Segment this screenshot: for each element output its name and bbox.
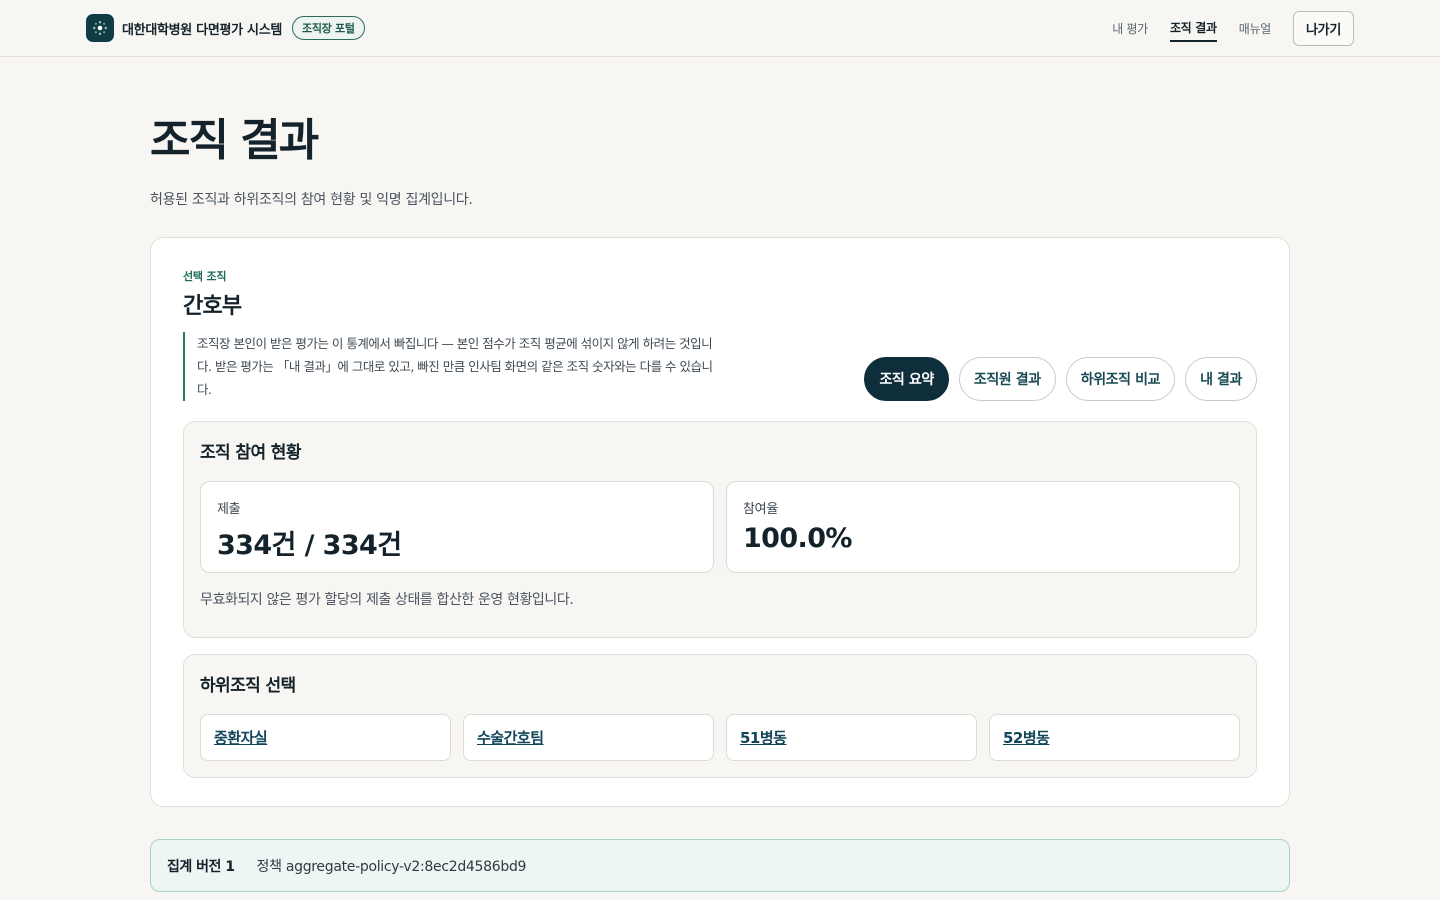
page-title: 조직 결과	[150, 115, 319, 166]
participation-title: 조직 참여 현황	[200, 443, 301, 463]
main-nav: 내 평가 조직 결과 매뉴얼 나가기	[1112, 10, 1354, 46]
rate-label: 참여율	[743, 502, 778, 517]
tab-my-results[interactable]: 내 결과	[1185, 357, 1257, 401]
participation-panel: 조직 참여 현황 제출 334건 / 334건 참여율 100.0% 무효화되지…	[183, 421, 1257, 638]
suborg-item[interactable]: 52병동	[989, 714, 1240, 761]
participation-note: 무효화되지 않은 평가 할당의 제출 상태를 합산한 운영 현황입니다.	[200, 592, 574, 608]
suborg-link-surgical-nursing[interactable]: 수술간호팀	[477, 727, 544, 748]
suborg-panel: 하위조직 선택 중환자실 수술간호팀 51병동 52병동	[183, 654, 1257, 778]
suborg-item[interactable]: 중환자실	[200, 714, 451, 761]
submitted-value: 334건 / 334건	[217, 530, 402, 561]
hospital-logo-icon	[86, 14, 114, 42]
suborg-link-icu[interactable]: 중환자실	[214, 727, 268, 748]
suborg-item[interactable]: 51병동	[726, 714, 977, 761]
nav-manual[interactable]: 매뉴얼	[1239, 16, 1272, 41]
suborg-link-ward-52[interactable]: 52병동	[1003, 727, 1050, 748]
aggregate-version-bar: 집계 버전 1 정책 aggregate-policy-v2:8ec2d4586…	[150, 839, 1290, 892]
rate-stat: 참여율 100.0%	[726, 481, 1240, 573]
brand-name: 대한대학병원 다면평가 시스템	[122, 22, 283, 38]
top-bar: 대한대학병원 다면평가 시스템 조직장 포털 내 평가 조직 결과 매뉴얼 나가…	[0, 0, 1440, 57]
org-info: 선택 조직 간호부 조직장 본인이 받은 평가는 이 통계에서 빠집니다 — 본…	[183, 268, 723, 401]
portal-badge: 조직장 포털	[292, 16, 365, 40]
tab-member-results[interactable]: 조직원 결과	[958, 357, 1056, 401]
tab-org-summary[interactable]: 조직 요약	[864, 357, 949, 401]
submitted-label: 제출	[217, 502, 241, 517]
suborg-link-ward-51[interactable]: 51병동	[740, 727, 787, 748]
main-content: 조직 결과 허용된 조직과 하위조직의 참여 현황 및 익명 집계입니다. 선택…	[0, 115, 1440, 892]
rate-value: 100.0%	[743, 523, 852, 554]
aggregate-version: 집계 버전 1	[167, 858, 235, 875]
card-header: 선택 조직 간호부 조직장 본인이 받은 평가는 이 통계에서 빠집니다 — 본…	[183, 268, 1257, 401]
suborg-title: 하위조직 선택	[200, 676, 296, 696]
nav-org-results[interactable]: 조직 결과	[1169, 15, 1217, 42]
selected-org-label: 선택 조직	[183, 270, 227, 283]
brand[interactable]: 대한대학병원 다면평가 시스템 조직장 포털	[86, 14, 365, 42]
submitted-stat: 제출 334건 / 334건	[200, 481, 714, 573]
self-exclusion-notice: 조직장 본인이 받은 평가는 이 통계에서 빠집니다 — 본인 점수가 조직 평…	[183, 332, 723, 401]
participation-stats: 제출 334건 / 334건 참여율 100.0%	[200, 481, 1240, 573]
exit-button[interactable]: 나가기	[1293, 10, 1354, 46]
selected-org-name: 간호부	[183, 294, 242, 319]
nav-my-evaluation[interactable]: 내 평가	[1112, 16, 1148, 41]
page-description: 허용된 조직과 하위조직의 참여 현황 및 익명 집계입니다.	[150, 192, 473, 208]
suborg-item[interactable]: 수술간호팀	[463, 714, 714, 761]
aggregate-policy: 정책 aggregate-policy-v2:8ec2d4586bd9	[256, 858, 527, 875]
result-tabs: 조직 요약 조직원 결과 하위조직 비교 내 결과	[864, 357, 1257, 401]
org-result-card: 선택 조직 간호부 조직장 본인이 받은 평가는 이 통계에서 빠집니다 — 본…	[150, 237, 1290, 807]
suborg-list: 중환자실 수술간호팀 51병동 52병동	[200, 714, 1240, 761]
tab-suborg-compare[interactable]: 하위조직 비교	[1065, 357, 1176, 401]
